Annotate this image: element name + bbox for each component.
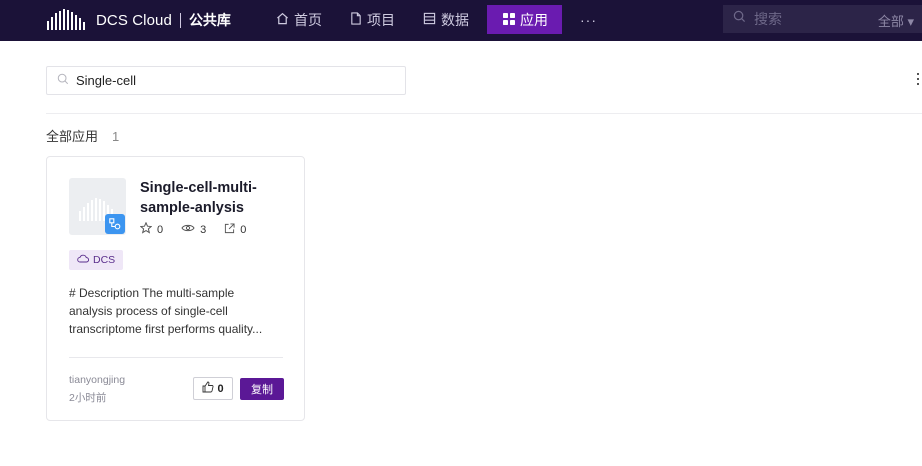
nav-item-projects[interactable]: 项目 bbox=[340, 5, 405, 34]
results-count: 1 bbox=[112, 129, 120, 144]
workflow-badge-icon bbox=[105, 214, 125, 234]
share-count[interactable]: 0 bbox=[224, 222, 247, 237]
cloud-icon bbox=[77, 254, 93, 266]
copy-button[interactable]: 复制 bbox=[240, 378, 284, 400]
brand[interactable]: DCS Cloud 公共库 bbox=[46, 6, 231, 34]
star-count-value: 0 bbox=[157, 223, 164, 236]
library-label: 公共库 bbox=[188, 12, 231, 28]
eye-icon bbox=[181, 223, 200, 236]
more-menu-button[interactable]: ··· bbox=[570, 12, 607, 28]
search-icon bbox=[57, 72, 69, 90]
like-count: 0 bbox=[217, 382, 224, 395]
more-options-icon[interactable] bbox=[915, 73, 922, 87]
database-icon bbox=[423, 12, 441, 28]
top-navbar: DCS Cloud 公共库 首页 项目 数据 应用 ··· 搜索 全部 ▾ bbox=[0, 0, 922, 41]
main-nav: 首页 项目 数据 应用 ··· bbox=[266, 5, 607, 34]
app-description: # Description The multi-sample analysis … bbox=[69, 284, 285, 338]
brand-name: DCS Cloud bbox=[96, 11, 172, 29]
app-stats: 0 3 0 bbox=[139, 221, 264, 237]
app-filter[interactable] bbox=[46, 66, 406, 95]
app-thumbnail bbox=[69, 178, 126, 235]
like-button[interactable]: 0 bbox=[193, 377, 233, 400]
divider bbox=[46, 113, 922, 114]
platform-tag: DCS bbox=[69, 250, 124, 270]
star-count[interactable]: 0 bbox=[139, 221, 164, 237]
nav-label-apps: 应用 bbox=[520, 11, 548, 28]
nav-label-projects: 项目 bbox=[367, 11, 395, 28]
nav-label-home: 首页 bbox=[294, 11, 322, 28]
share-count-value: 0 bbox=[240, 223, 247, 236]
nav-item-home[interactable]: 首页 bbox=[266, 5, 332, 34]
search-scope-label: 全部 bbox=[877, 14, 904, 29]
app-filter-input[interactable] bbox=[76, 73, 376, 88]
caret-down-icon: ▾ bbox=[907, 14, 914, 29]
updated-time: 2小时前 bbox=[69, 392, 107, 404]
all-apps-label: 全部应用 bbox=[46, 129, 99, 144]
nav-item-apps[interactable]: 应用 bbox=[487, 5, 562, 34]
apps-grid-icon bbox=[503, 12, 520, 28]
search-icon bbox=[733, 10, 746, 28]
dcs-logo-icon bbox=[46, 8, 86, 32]
description-line: transcriptome first performs quality... bbox=[69, 322, 263, 336]
search-scope-dropdown[interactable]: 全部 ▾ bbox=[878, 11, 914, 30]
brand-separator bbox=[179, 12, 181, 28]
file-icon bbox=[350, 11, 367, 28]
results-summary: 全部应用 1 bbox=[46, 126, 119, 145]
description-line: analysis process of single-cell bbox=[69, 304, 228, 318]
global-search[interactable]: 搜索 全部 ▾ bbox=[723, 5, 922, 33]
home-icon bbox=[276, 12, 294, 28]
view-count: 3 bbox=[181, 223, 206, 236]
global-search-placeholder: 搜索 bbox=[754, 11, 782, 27]
app-card[interactable]: Single-cell-multi-sample-anlysis 0 3 0 D… bbox=[46, 156, 305, 421]
description-line: # Description The multi-sample bbox=[69, 286, 235, 300]
view-count-value: 3 bbox=[200, 223, 207, 236]
star-icon bbox=[139, 221, 157, 237]
platform-tag-label: DCS bbox=[93, 254, 116, 266]
share-icon bbox=[224, 222, 240, 237]
nav-label-data: 数据 bbox=[441, 11, 469, 28]
nav-item-data[interactable]: 数据 bbox=[413, 5, 479, 34]
thumbs-up-icon bbox=[202, 381, 217, 396]
card-divider bbox=[69, 357, 283, 358]
author-name[interactable]: tianyongjing bbox=[69, 374, 125, 386]
app-title[interactable]: Single-cell-multi-sample-anlysis bbox=[140, 178, 290, 218]
